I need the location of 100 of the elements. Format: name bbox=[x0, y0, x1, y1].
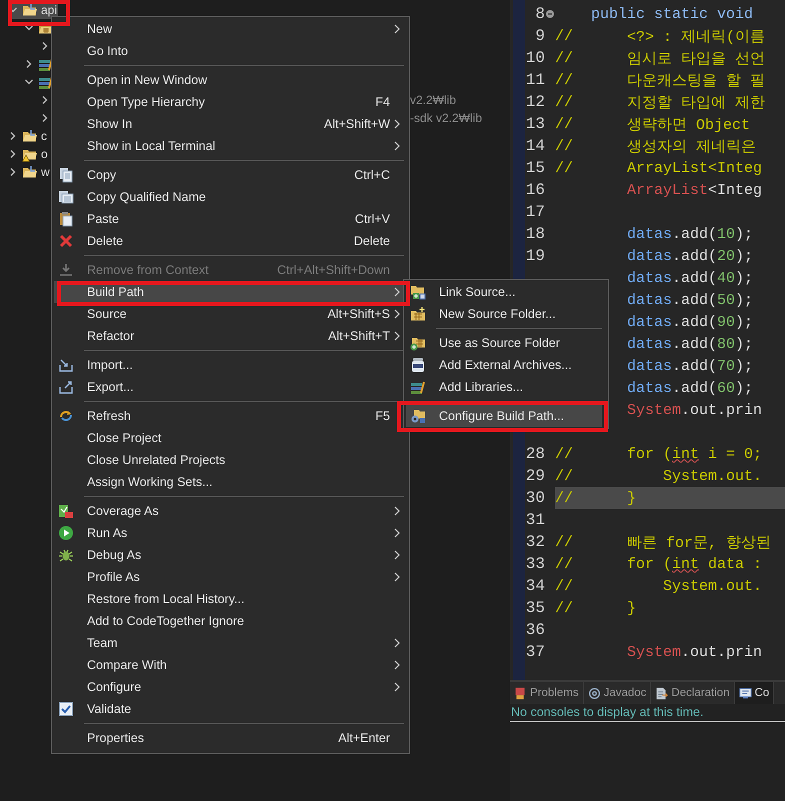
menu-item[interactable]: Source Alt+Shift+S bbox=[54, 303, 404, 325]
menu-item[interactable]: Refactor Alt+Shift+T bbox=[54, 325, 404, 347]
menu-item[interactable]: Link Source... bbox=[406, 281, 602, 303]
menu-item[interactable]: Profile As bbox=[54, 566, 404, 588]
folder-icon bbox=[22, 2, 38, 18]
play-icon bbox=[58, 525, 74, 541]
menu-item[interactable]: Properties Alt+Enter bbox=[54, 727, 404, 749]
menu-item[interactable]: Show In Alt+Shift+W bbox=[54, 113, 404, 135]
line-number: 34 bbox=[524, 577, 545, 595]
menu-item[interactable]: Use as Source Folder bbox=[406, 332, 602, 354]
monitor-icon bbox=[738, 686, 752, 700]
menu-item[interactable]: Add to CodeTogether Ignore bbox=[54, 610, 404, 632]
code-line: // System.out. bbox=[555, 576, 764, 596]
menu-item[interactable]: Configure bbox=[54, 676, 404, 698]
path-label: v2.2₩lib bbox=[410, 93, 458, 107]
line-number: 19 bbox=[524, 247, 545, 265]
menu-item[interactable]: Compare With bbox=[54, 654, 404, 676]
document-icon bbox=[655, 686, 668, 700]
menu-item[interactable]: New bbox=[54, 18, 404, 40]
menu-item[interactable]: Open in New Window bbox=[54, 69, 404, 91]
code-line: ArrayList<Integ bbox=[626, 180, 764, 200]
code-line: datas.add(60); bbox=[626, 378, 754, 398]
code-line: datas.add(50); bbox=[626, 290, 754, 310]
chevron-right-icon[interactable] bbox=[8, 149, 18, 159]
shortcut-text: Delete bbox=[354, 234, 390, 248]
code-line: datas.add(20); bbox=[626, 246, 754, 266]
tree-item[interactable]: w bbox=[8, 163, 51, 181]
menu-item[interactable]: Export... bbox=[54, 376, 404, 398]
code-line: // 지정할 타입에 제한 bbox=[555, 92, 766, 113]
menu-item[interactable]: Copy Qualified Name bbox=[54, 186, 404, 208]
menu-item[interactable]: Delete Delete bbox=[54, 230, 404, 252]
code-line: // for (int data : bbox=[555, 554, 764, 574]
line-number: 33 bbox=[524, 555, 545, 573]
problems-icon bbox=[514, 686, 527, 700]
menu-item[interactable]: Paste Ctrl+V bbox=[54, 208, 404, 230]
panel-tab[interactable]: Declaration bbox=[651, 682, 735, 704]
panel-tab[interactable]: Co bbox=[734, 682, 774, 704]
line-number: 36 bbox=[524, 621, 545, 639]
import-icon bbox=[58, 357, 74, 373]
menu-item[interactable]: New Source Folder... bbox=[406, 303, 602, 325]
menu-item[interactable]: Validate bbox=[54, 698, 404, 720]
collapse-icon[interactable] bbox=[546, 10, 554, 18]
line-number: 30 bbox=[524, 489, 545, 507]
line-number: 13 bbox=[524, 115, 545, 133]
shortcut-text: Alt+Shift+T bbox=[328, 329, 390, 343]
menu-item[interactable]: Add External Archives... bbox=[406, 354, 602, 376]
chevron-down-icon[interactable] bbox=[24, 77, 34, 87]
chevron-right-icon[interactable] bbox=[24, 59, 34, 69]
export-icon bbox=[58, 379, 74, 395]
menu-item[interactable]: Show in Local Terminal bbox=[54, 135, 404, 157]
panel-tab[interactable]: Javadoc bbox=[584, 682, 652, 704]
line-number: 16 bbox=[524, 181, 545, 199]
panel-tab[interactable]: Problems bbox=[510, 682, 584, 704]
menu-item[interactable]: Add Libraries... bbox=[406, 376, 602, 398]
code-line: // System.out. bbox=[555, 466, 764, 486]
menu-item[interactable]: Close Unrelated Projects bbox=[54, 449, 404, 471]
menu-item[interactable]: Open Type Hierarchy F4 bbox=[54, 91, 404, 113]
chevron-right-icon[interactable] bbox=[40, 113, 50, 123]
line-number: 12 bbox=[524, 93, 545, 111]
line-number: 14 bbox=[524, 137, 545, 155]
menu-item[interactable]: Coverage As bbox=[54, 500, 404, 522]
shortcut-text: Ctrl+Alt+Shift+Down bbox=[277, 263, 390, 277]
code-line: datas.add(40); bbox=[626, 268, 754, 288]
code-line: // 생략하면 Object bbox=[555, 114, 752, 135]
tree-item[interactable]: o bbox=[8, 145, 49, 163]
chevron-right-icon[interactable] bbox=[40, 41, 50, 51]
code-line: // for (int i = 0; bbox=[555, 444, 764, 464]
code-line: // 임시로 타입을 선언 bbox=[555, 48, 766, 69]
line-number: 37 bbox=[524, 643, 545, 661]
menu-item[interactable]: Debug As bbox=[54, 544, 404, 566]
menu-item[interactable]: Restore from Local History... bbox=[54, 588, 404, 610]
code-line: // 다운캐스팅을 할 필 bbox=[555, 70, 766, 91]
shortcut-text: Ctrl+C bbox=[354, 168, 390, 182]
menu-item[interactable]: Assign Working Sets... bbox=[54, 471, 404, 493]
code-line: // ArrayList<Integ bbox=[555, 158, 764, 178]
code-line: System.out.prin bbox=[626, 642, 764, 662]
menu-item[interactable]: Close Project bbox=[54, 427, 404, 449]
menu-item[interactable]: Import... bbox=[54, 354, 404, 376]
clipboard-icon bbox=[58, 211, 74, 227]
chevron-down-icon[interactable] bbox=[24, 23, 34, 33]
refresh-icon bbox=[58, 408, 74, 424]
chevron-right-icon[interactable] bbox=[8, 167, 18, 177]
shortcut-text: Ctrl+V bbox=[354, 212, 390, 226]
menu-item[interactable]: Configure Build Path... bbox=[406, 405, 602, 427]
books-icon bbox=[410, 379, 426, 395]
copy-icon bbox=[58, 189, 74, 205]
menu-item[interactable]: Run As bbox=[54, 522, 404, 544]
code-line: // 생성자의 제네릭은 bbox=[555, 136, 758, 157]
chevron-right-icon[interactable] bbox=[8, 131, 18, 141]
menu-item[interactable]: Refresh F5 bbox=[54, 405, 404, 427]
tree-item[interactable]: c bbox=[8, 127, 48, 145]
folder-icon bbox=[22, 164, 38, 180]
menu-item[interactable]: Copy Ctrl+C bbox=[54, 164, 404, 186]
chevron-right-icon[interactable] bbox=[40, 95, 50, 105]
highlight-frame bbox=[8, 0, 70, 26]
folder-icon bbox=[22, 128, 38, 144]
line-number: 35 bbox=[524, 599, 545, 617]
menu-item[interactable]: Go Into bbox=[54, 40, 404, 62]
code-line: // 빠른 for문, 향상된 bbox=[555, 532, 772, 553]
menu-item[interactable]: Team bbox=[54, 632, 404, 654]
